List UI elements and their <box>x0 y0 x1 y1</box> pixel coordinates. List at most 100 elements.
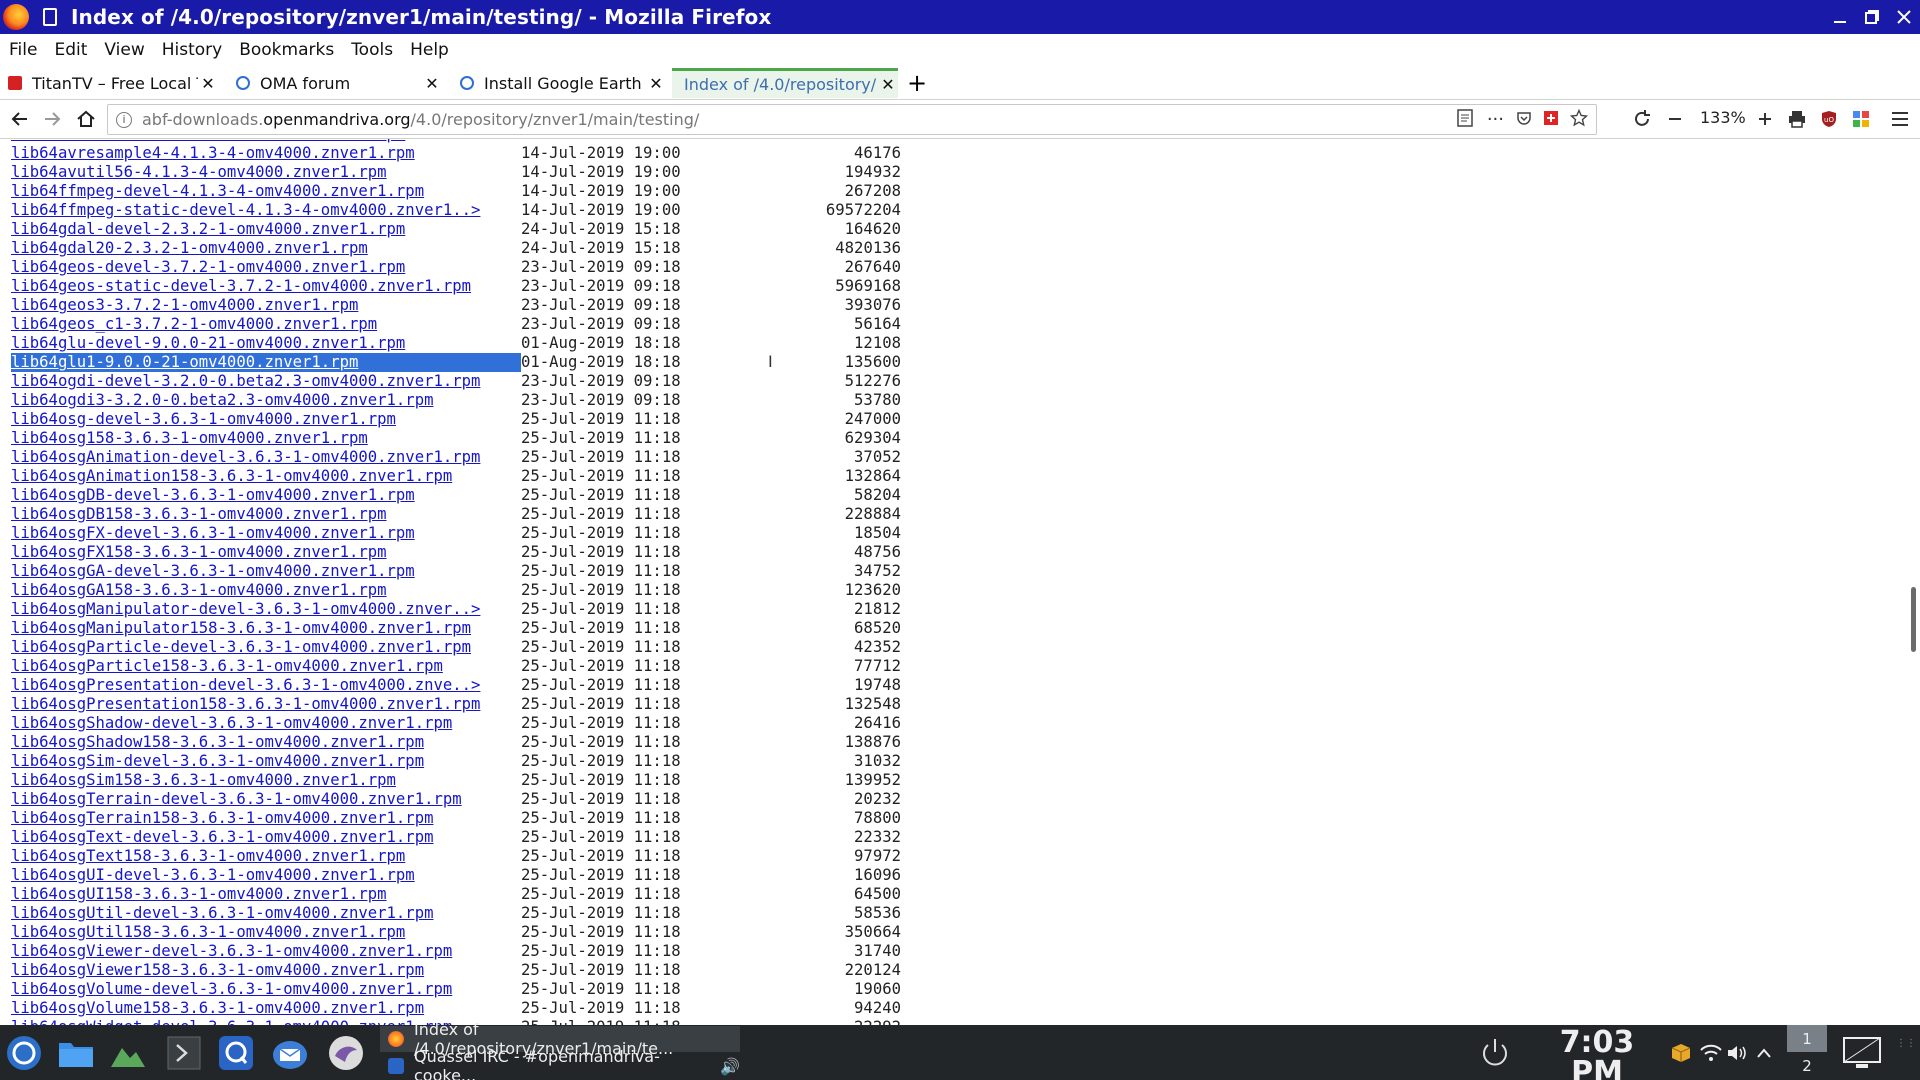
quassel-launcher-button[interactable] <box>216 1033 256 1073</box>
zoom-in-button[interactable] <box>1752 106 1778 132</box>
file-link[interactable]: lib64osgUI158-3.6.3-1-omv4000.znver1.rpm <box>11 885 521 904</box>
file-link[interactable]: lib64osgAnimation158-3.6.3-1-omv4000.znv… <box>11 467 521 486</box>
desktop-2[interactable]: 2 <box>1787 1052 1827 1079</box>
new-tab-button[interactable]: + <box>902 66 932 100</box>
file-link[interactable]: lib64geos3-3.7.2-1-omv4000.znver1.rpm <box>11 296 521 315</box>
file-link[interactable]: lib64osg158-3.6.3-1-omv4000.znver1.rpm <box>11 429 521 448</box>
app-launcher-button[interactable] <box>4 1033 44 1073</box>
file-link[interactable]: lib64osgUI-devel-3.6.3-1-omv4000.znver1.… <box>11 866 521 885</box>
file-link[interactable]: lib64osgShadow158-3.6.3-1-omv4000.znver1… <box>11 733 521 752</box>
file-link[interactable]: lib64osgPresentation-devel-3.6.3-1-omv40… <box>11 676 521 695</box>
tab-google-earth[interactable]: Install Google Earth P ✕ <box>460 68 666 98</box>
file-manager-button[interactable] <box>56 1033 96 1073</box>
file-link[interactable]: lib64gdal-devel-2.3.2-1-omv4000.znver1.r… <box>11 220 521 239</box>
file-link[interactable]: lib64osgViewer-devel-3.6.3-1-omv4000.znv… <box>11 942 521 961</box>
extension-grid-button[interactable] <box>1848 106 1874 132</box>
menu-file[interactable]: File <box>0 40 45 60</box>
terminal-button[interactable] <box>164 1033 204 1073</box>
zoom-out-button[interactable] <box>1662 106 1688 132</box>
menu-history[interactable]: History <box>153 40 230 60</box>
power-button[interactable] <box>1475 1033 1515 1073</box>
file-link[interactable]: lib64osgManipulator158-3.6.3-1-omv4000.z… <box>11 619 521 638</box>
window-titlebar[interactable]: Index of /4.0/repository/znver1/main/tes… <box>0 0 1920 34</box>
file-link[interactable]: lib64ogdi-devel-3.2.0-0.beta2.3-omv4000.… <box>11 372 521 391</box>
file-link[interactable]: lib64osgViewer158-3.6.3-1-omv4000.znver1… <box>11 961 521 980</box>
ublock-button[interactable]: uO <box>1816 106 1842 132</box>
file-link[interactable]: lib64osgGA-devel-3.6.3-1-omv4000.znver1.… <box>11 562 521 581</box>
menu-tools[interactable]: Tools <box>342 40 401 60</box>
file-link[interactable]: lib64osgSim158-3.6.3-1-omv4000.znver1.rp… <box>11 771 521 790</box>
tab-titantv[interactable]: TitanTV – Free Local T ✕ <box>8 68 218 98</box>
minimize-button[interactable] <box>1824 0 1856 34</box>
file-link[interactable]: lib64osgTerrain158-3.6.3-1-omv4000.znver… <box>11 809 521 828</box>
file-link[interactable]: lib64osgVolume-devel-3.6.3-1-omv4000.znv… <box>11 980 521 999</box>
vertical-scrollbar[interactable] <box>1906 139 1920 1025</box>
file-link[interactable]: lib64avutil56-4.1.3-4-omv4000.znver1.rpm <box>11 163 521 182</box>
url-bar[interactable]: i abf-downloads. openmandriva.org/4.0/rep… <box>107 104 1597 135</box>
file-link[interactable]: lib64osgUtil-devel-3.6.3-1-omv4000.znver… <box>11 904 521 923</box>
menu-help[interactable]: Help <box>401 40 457 60</box>
back-button[interactable] <box>6 106 34 132</box>
tab-oma-forum[interactable]: OMA forum ✕ <box>236 68 442 98</box>
file-link[interactable]: lib64osgVolume158-3.6.3-1-omv4000.znver1… <box>11 999 521 1018</box>
hamburger-menu-button[interactable] <box>1886 106 1914 132</box>
file-link[interactable]: lib64ogdi3-3.2.0-0.beta2.3-omv4000.znver… <box>11 391 521 410</box>
maximize-button[interactable] <box>1856 0 1888 34</box>
file-link[interactable]: lib64osgPresentation158-3.6.3-1-omv4000.… <box>11 695 521 714</box>
clock[interactable]: 7:03 PM 2019-08-01 <box>1533 1028 1661 1080</box>
file-link[interactable]: lib64osgGA158-3.6.3-1-omv4000.znver1.rpm <box>11 581 521 600</box>
updates-tray-button[interactable] <box>1668 1033 1694 1073</box>
tab-close-icon[interactable]: ✕ <box>646 74 666 93</box>
file-link[interactable]: lib64ffmpeg-static-devel-4.1.3-4-omv4000… <box>11 201 521 220</box>
file-link[interactable]: lib64gdal20-2.3.2-1-omv4000.znver1.rpm <box>11 239 521 258</box>
file-link[interactable]: lib64osgShadow-devel-3.6.3-1-omv4000.znv… <box>11 714 521 733</box>
task-quassel[interactable]: Quassel IRC - #openmandriva-cooke... 🔊 <box>380 1047 740 1080</box>
tab-close-icon[interactable]: ✕ <box>198 74 218 93</box>
file-link[interactable]: lib64osgUtil158-3.6.3-1-omv4000.znver1.r… <box>11 923 521 942</box>
file-link[interactable]: lib64osgFX-devel-3.6.3-1-omv4000.znver1.… <box>11 524 521 543</box>
page-actions-icon[interactable]: ··· <box>1487 109 1504 130</box>
site-info-icon[interactable]: i <box>116 111 132 128</box>
file-link[interactable]: lib64osg-devel-3.6.3-1-omv4000.znver1.rp… <box>11 410 521 429</box>
menu-bookmarks[interactable]: Bookmarks <box>230 40 342 60</box>
tab-close-icon[interactable]: ✕ <box>878 75 898 94</box>
file-link[interactable]: lib64osgTerrain-devel-3.6.3-1-omv4000.zn… <box>11 790 521 809</box>
network-tray-button[interactable] <box>1698 1033 1724 1073</box>
chat-client-button[interactable] <box>326 1033 366 1073</box>
file-link[interactable]: lib64osgText-devel-3.6.3-1-omv4000.znver… <box>11 828 521 847</box>
file-link[interactable]: lib64avresample4-4.1.3-4-omv4000.znver1.… <box>11 144 521 163</box>
menu-view[interactable]: View <box>95 40 152 60</box>
file-link[interactable]: lib64osgSim-devel-3.6.3-1-omv4000.znver1… <box>11 752 521 771</box>
pocket-icon[interactable] <box>1516 110 1532 130</box>
desktop-1[interactable]: 1 <box>1787 1025 1827 1052</box>
file-link[interactable]: lib64glu1-9.0.0-21-omv4000.znver1.rpm <box>11 353 521 372</box>
home-button[interactable] <box>72 106 100 132</box>
file-link[interactable]: lib64osgDB-devel-3.6.3-1-omv4000.znver1.… <box>11 486 521 505</box>
image-viewer-button[interactable] <box>108 1033 148 1073</box>
reload-button[interactable] <box>1628 106 1656 132</box>
file-link[interactable]: lib64osgText158-3.6.3-1-omv4000.znver1.r… <box>11 847 521 866</box>
reader-view-icon[interactable] <box>1457 108 1473 131</box>
file-link[interactable]: lib64osgDB158-3.6.3-1-omv4000.znver1.rpm <box>11 505 521 524</box>
file-link[interactable]: lib64geos-devel-3.7.2-1-omv4000.znver1.r… <box>11 258 521 277</box>
mail-client-button[interactable] <box>270 1033 310 1073</box>
zoom-level[interactable]: 133% <box>1700 108 1746 127</box>
close-window-button[interactable] <box>1888 0 1920 34</box>
file-link[interactable]: lib64geos_c1-3.7.2-1-omv4000.znver1.rpm <box>11 315 521 334</box>
file-link[interactable]: lib64geos-static-devel-3.7.2-1-omv4000.z… <box>11 277 521 296</box>
bookmark-star-icon[interactable] <box>1569 108 1589 131</box>
file-link[interactable]: lib64osgManipulator-devel-3.6.3-1-omv400… <box>11 600 521 619</box>
file-link[interactable]: lib64osgAnimation-devel-3.6.3-1-omv4000.… <box>11 448 521 467</box>
tab-close-icon[interactable]: ✕ <box>422 74 442 93</box>
forward-button[interactable] <box>38 106 66 132</box>
file-link[interactable]: lib64osgParticle158-3.6.3-1-omv4000.znve… <box>11 657 521 676</box>
file-link[interactable]: lib64glu-devel-9.0.0-21-omv4000.znver1.r… <box>11 334 521 353</box>
menu-edit[interactable]: Edit <box>45 40 95 60</box>
show-desktop-button[interactable] <box>1840 1033 1884 1073</box>
tab-index-repository[interactable]: Index of /4.0/repository/ ✕ <box>672 68 898 98</box>
extension-red-icon[interactable] <box>1544 110 1558 129</box>
tray-expand-button[interactable] <box>1752 1033 1776 1073</box>
print-button[interactable] <box>1784 106 1810 132</box>
file-link[interactable]: lib64osgParticle-devel-3.6.3-1-omv4000.z… <box>11 638 521 657</box>
file-link[interactable]: lib64osgFX158-3.6.3-1-omv4000.znver1.rpm <box>11 543 521 562</box>
